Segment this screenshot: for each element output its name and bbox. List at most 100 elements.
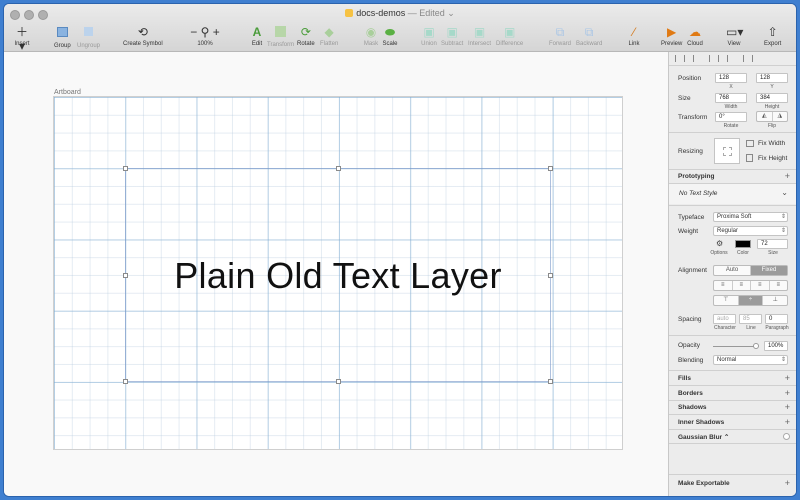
add-shadow-icon[interactable]: +	[785, 403, 790, 412]
align-bottom-icon[interactable]	[727, 55, 733, 62]
subtract-button[interactable]: ▣ Subtract	[441, 25, 463, 47]
text-color-swatch[interactable]	[735, 240, 751, 248]
fix-height-icon[interactable]	[746, 154, 753, 162]
inner-shadows-header[interactable]: Inner Shadows	[678, 419, 724, 426]
zoom-control[interactable]: − ⚲ + 100%	[190, 25, 220, 47]
scale-button[interactable]: ⬬ Scale	[382, 25, 398, 47]
union-button[interactable]: ▣ Union	[421, 25, 437, 47]
text-layer[interactable]: Plain Old Text Layer	[126, 255, 550, 297]
line-spacing-field[interactable]: 85	[739, 314, 762, 324]
flip-vertical-icon[interactable]: ◮	[773, 112, 788, 121]
borders-header[interactable]: Borders	[678, 390, 703, 397]
ungroup-button[interactable]: Ungroup	[77, 25, 100, 49]
resize-handle-top-left[interactable]	[123, 166, 128, 171]
group-button[interactable]: Group	[54, 25, 71, 49]
opacity-label: Opacity	[678, 342, 701, 349]
add-border-icon[interactable]: +	[785, 389, 790, 398]
align-middle-icon[interactable]	[718, 55, 724, 62]
cloud-button[interactable]: ☁ Cloud	[687, 25, 703, 47]
scale-icon: ⬬	[384, 25, 396, 39]
position-y-field[interactable]: 128	[756, 73, 788, 83]
resize-handle-top-right[interactable]	[548, 166, 553, 171]
flatten-button[interactable]: ◆ Flatten	[320, 25, 338, 47]
align-text-bottom-icon[interactable]: ⊥	[763, 296, 787, 305]
resize-handle-bottom[interactable]	[336, 379, 341, 384]
blending-select[interactable]: Normal	[713, 355, 788, 365]
align-right-icon[interactable]	[693, 55, 699, 62]
position-x-field[interactable]: 128	[715, 73, 747, 83]
forward-button[interactable]: ⧉ Forward	[549, 25, 571, 47]
link-button[interactable]: ⁄ Link	[626, 25, 642, 47]
zoom-out-icon[interactable]: −	[190, 25, 197, 39]
align-text-middle-icon[interactable]: ÷	[738, 296, 764, 305]
artboard-label[interactable]: Artboard	[54, 89, 81, 96]
fix-height-option[interactable]: Fix Height	[758, 155, 787, 162]
x-label: X	[729, 84, 733, 90]
distribute-horizontal-icon[interactable]	[743, 55, 749, 62]
difference-button[interactable]: ▣ Difference	[496, 25, 523, 47]
size-sub-label: Size	[768, 250, 778, 256]
opacity-slider[interactable]	[713, 346, 757, 347]
character-spacing-field[interactable]: auto	[713, 314, 736, 324]
resize-handle-bottom-right[interactable]	[548, 379, 553, 384]
weight-select[interactable]: Regular	[713, 226, 788, 236]
text-align-control: ≡ ≡ ≡ ≡	[713, 280, 788, 291]
gaussian-blur-toggle[interactable]	[783, 433, 790, 440]
insert-button[interactable]: ＋▾ Insert	[14, 25, 30, 53]
fix-width-icon[interactable]	[746, 140, 754, 147]
fix-width-option[interactable]: Fix Width	[758, 140, 785, 147]
rotate-button[interactable]: ⟳ Rotate	[297, 25, 315, 47]
canvas[interactable]: Artboard Plain Old Text Layer	[4, 52, 668, 496]
mask-button[interactable]: ◉ Mask	[363, 25, 379, 47]
align-text-left-icon[interactable]: ≡	[714, 281, 733, 290]
gaussian-blur-header[interactable]: Gaussian Blur ⌃	[678, 433, 729, 441]
magnifier-icon: ⚲	[200, 25, 210, 39]
distribute-vertical-icon[interactable]	[752, 55, 758, 62]
opacity-field[interactable]: 100%	[764, 341, 788, 351]
width-field[interactable]: 768	[715, 93, 747, 103]
flip-horizontal-icon[interactable]: ◭	[757, 112, 773, 121]
add-export-icon[interactable]: +	[785, 479, 790, 488]
align-text-right-icon[interactable]: ≡	[751, 281, 770, 290]
add-prototyping-icon[interactable]: +	[785, 172, 790, 181]
paragraph-spacing-field[interactable]: 0	[765, 314, 788, 324]
transform-button[interactable]: Transform	[267, 25, 294, 48]
auto-option[interactable]: Auto	[714, 266, 751, 275]
export-button[interactable]: ⇧ Export	[764, 25, 781, 47]
fills-header[interactable]: Fills	[678, 375, 691, 382]
opacity-slider-knob[interactable]	[753, 343, 759, 349]
add-fill-icon[interactable]: +	[785, 374, 790, 383]
make-exportable-header[interactable]: Make Exportable	[678, 480, 730, 487]
fixed-option[interactable]: Fixed	[751, 266, 787, 275]
preview-button[interactable]: ▶ Preview	[661, 25, 682, 47]
text-layer-selection[interactable]: Plain Old Text Layer	[123, 166, 553, 384]
align-text-center-icon[interactable]: ≡	[733, 281, 751, 290]
font-size-field[interactable]: 72	[757, 239, 788, 249]
align-center-icon[interactable]	[684, 55, 690, 62]
resize-handle-bottom-left[interactable]	[123, 379, 128, 384]
width-label: Width	[724, 104, 738, 110]
view-button[interactable]: ▭▾ View	[726, 25, 743, 47]
flatten-icon: ◆	[324, 25, 334, 39]
height-field[interactable]: 384	[756, 93, 788, 103]
align-text-top-icon[interactable]: ⊤	[714, 296, 739, 305]
typeface-select[interactable]: Proxima Soft	[713, 212, 788, 222]
edited-status[interactable]: — Edited ⌄	[408, 8, 455, 18]
zoom-in-icon[interactable]: +	[213, 25, 220, 39]
create-symbol-button[interactable]: ⟲ Create Symbol	[123, 25, 163, 47]
edit-button[interactable]: A Edit	[249, 25, 265, 47]
add-inner-shadow-icon[interactable]: +	[785, 418, 790, 427]
text-options-gear-icon[interactable]: ⚙	[716, 239, 723, 248]
backward-button[interactable]: ⧉ Backward	[576, 25, 602, 47]
align-text-justify-icon[interactable]: ≡	[770, 281, 788, 290]
resize-handle-top[interactable]	[336, 166, 341, 171]
resizing-widget[interactable]	[714, 138, 740, 164]
rotate-field[interactable]: 0°	[715, 112, 747, 122]
text-style-select[interactable]: No Text Style ⌄	[669, 184, 796, 204]
align-top-icon[interactable]	[709, 55, 715, 62]
artboard[interactable]: Plain Old Text Layer	[53, 96, 623, 450]
align-left-icon[interactable]	[675, 55, 681, 62]
prototyping-header[interactable]: Prototyping	[678, 173, 714, 180]
shadows-header[interactable]: Shadows	[678, 404, 707, 411]
intersect-button[interactable]: ▣ Intersect	[468, 25, 491, 47]
